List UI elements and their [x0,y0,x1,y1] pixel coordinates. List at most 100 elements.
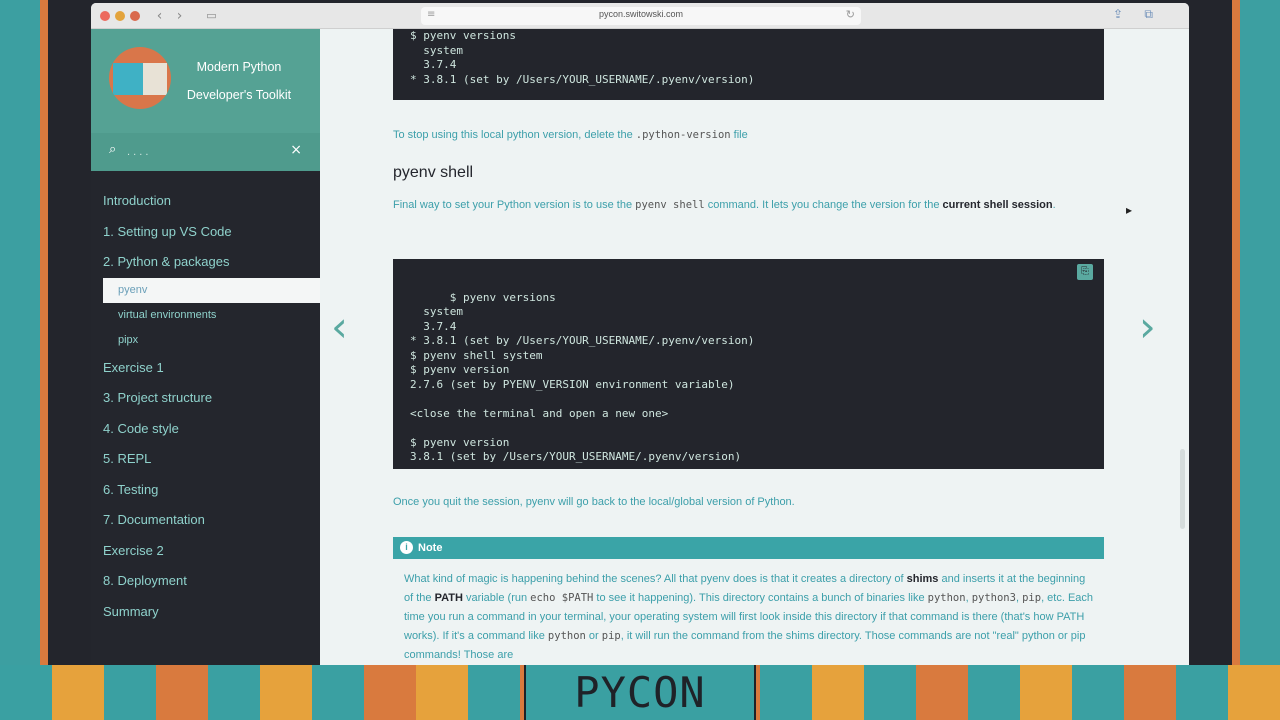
banner-tile [416,665,468,720]
maximize-window-button[interactable] [130,11,140,21]
site-title-line1: Modern Python [196,60,282,74]
text-span: To stop using this local python version,… [393,129,636,141]
banner-tile [260,665,312,720]
note-body: What kind of magic is happening behind t… [404,570,1094,665]
logo-shape-left [113,63,143,95]
frame-right-stripe [1232,0,1240,665]
next-page-icon[interactable]: › [1139,303,1156,351]
sidebar-item-4-code-style[interactable]: 4. Code style [91,414,320,445]
banner-tile [312,665,364,720]
sidebar-item-introduction[interactable]: Introduction [91,186,320,217]
sidebar-menu: Introduction 1. Setting up VS Code 2. Pyth… [91,186,320,627]
info-icon: i [400,541,413,554]
url-text: pycon.switowski.com [598,9,684,19]
banner-tile [104,665,156,720]
inline-code: pyenv shell [635,199,705,211]
inline-code: pip [601,630,621,642]
banner-tile [760,665,812,720]
text-span: . [1052,199,1056,211]
sidebar-item-5-repl[interactable]: 5. REPL [91,444,320,475]
sidebar-item-8-deployment[interactable]: 8. Deployment [91,566,320,597]
logo-shape-right [143,63,167,95]
quit-session-text: Once you quit the session, pyenv will go… [393,496,795,508]
text-span: variable (run [462,592,531,604]
reload-icon[interactable]: ↻ [846,8,855,21]
sidebar-item-pipx[interactable]: pipx [91,328,320,353]
banner-tile [1176,665,1228,720]
bold-text: shims [906,573,939,585]
main-content: $ pyenv versions system 3.7.4 * 3.8.1 (s… [320,29,1189,665]
mouse-cursor-icon: ▸ [1126,203,1133,217]
back-arrow-icon[interactable]: ‹ [151,8,168,24]
close-window-button[interactable] [100,11,110,21]
tabs-icon[interactable]: ⧉ [1144,7,1153,22]
search-icon: ⌕ [109,142,117,157]
bold-text: PATH [434,592,463,604]
note-header: i Note [393,537,1104,559]
previous-page-icon[interactable]: ‹ [331,303,348,351]
sidebar-item-exercise-2[interactable]: Exercise 2 [91,536,320,567]
section-heading: pyenv shell [393,164,474,181]
site-title-line2: Developer's Toolkit [186,88,292,102]
address-bar[interactable]: ≡ pycon.switowski.com ↻ [421,7,861,25]
banner-tile [916,665,968,720]
forward-arrow-icon[interactable]: › [171,8,188,24]
banner-tile [1020,665,1072,720]
share-icon[interactable]: ⇪ [1113,7,1123,21]
site-logo[interactable] [109,47,171,109]
sidebar: Modern Python Developer's Toolkit ⌕ × In… [91,29,320,665]
frame-left [0,0,40,665]
pycon-banner: PYCON 2020 [0,665,1280,720]
frame-left-stripe [40,0,48,665]
site-title[interactable]: Modern Python Developer's Toolkit [179,53,299,109]
sidebar-item-virtual-environments[interactable]: virtual environments [91,303,320,328]
sidebar-item-1-setting-up-vs-code[interactable]: 1. Setting up VS Code [91,217,320,248]
stop-local-version-text: To stop using this local python version,… [393,126,748,145]
text-span: command. It lets you change the version … [704,199,943,211]
sidebar-item-pyenv[interactable]: pyenv [103,277,320,303]
inline-code: echo $PATH [530,592,594,604]
sidebar-item-2-python-packages[interactable]: 2. Python & packages [91,247,320,278]
pyenv-shell-description: Final way to set your Python version is … [393,196,1104,215]
text-span: file [730,129,748,141]
banner-tile [0,665,52,720]
banner-tile [156,665,208,720]
text-span: or [585,630,602,642]
search-input[interactable] [127,143,277,161]
inline-code: python [547,630,586,642]
banner-tile [364,665,416,720]
sidebar-toggle-icon[interactable]: ▭ [203,8,220,24]
copy-icon[interactable]: ⎘ [1077,264,1093,280]
banner-tile [1072,665,1124,720]
inline-code: .python-version [635,129,731,141]
note-title: Note [418,542,443,554]
inline-code: python [927,592,966,604]
banner-tile [1124,665,1176,720]
sidebar-item-summary[interactable]: Summary [91,597,320,628]
sidebar-item-7-documentation[interactable]: 7. Documentation [91,505,320,536]
text-span: to see it happening). This directory con… [593,592,928,604]
banner-tile [968,665,1020,720]
scrollbar[interactable] [1180,449,1185,529]
banner-tile [864,665,916,720]
minimize-window-button[interactable] [115,11,125,21]
code-text: $ pyenv versions system 3.7.4 * 3.8.1 (s… [410,290,755,464]
bold-text: current shell session [942,199,1053,211]
banner-tile [52,665,104,720]
clear-search-icon[interactable]: × [290,142,302,158]
text-span: Final way to set your Python version is … [393,199,636,211]
browser-window: ‹ › ▭ ≡ pycon.switowski.com ↻ ⇪ ⧉ Modern… [91,3,1189,665]
frame-right [1240,0,1280,665]
code-block-shell: $ pyenv versions system 3.7.4 * 3.8.1 (s… [393,259,1104,469]
search-bar: ⌕ × [91,133,320,171]
sidebar-item-6-testing[interactable]: 6. Testing [91,475,320,506]
sidebar-header: Modern Python Developer's Toolkit ⌕ × [91,29,320,171]
sidebar-item-3-project-structure[interactable]: 3. Project structure [91,383,320,414]
inline-code: pip [1022,592,1042,604]
banner-tile [812,665,864,720]
banner-tile [1228,665,1280,720]
browser-toolbar: ‹ › ▭ ≡ pycon.switowski.com ↻ ⇪ ⧉ [91,3,1189,29]
pycon-2020-title: PYCON 2020 [524,665,756,720]
text-span: What kind of magic is happening behind t… [404,573,907,585]
sidebar-item-exercise-1[interactable]: Exercise 1 [91,353,320,384]
